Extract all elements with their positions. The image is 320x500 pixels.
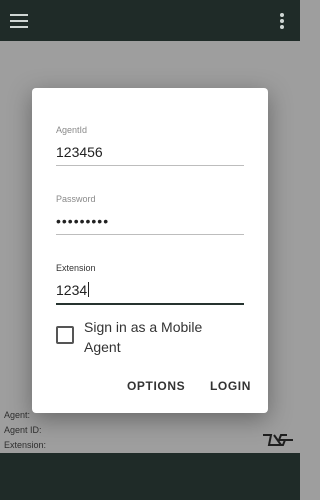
mobile-agent-label[interactable]: Sign in as a Mobile Agent (84, 317, 234, 357)
more-vert-icon[interactable] (279, 13, 285, 31)
extension-input[interactable]: 1234 (56, 281, 244, 305)
agent-id-input[interactable]: 123456 (56, 143, 244, 166)
agent-id-field[interactable]: AgentId 123456 (56, 125, 244, 166)
extension-input-text: 1234 (56, 282, 88, 298)
extension-field-label: Extension (56, 263, 96, 273)
login-dialog: AgentId 123456 Password ••••••••• Extens… (32, 88, 268, 413)
password-field-label: Password (56, 194, 96, 204)
agent-id-field-label: AgentId (56, 125, 88, 135)
login-button[interactable]: LOGIN (210, 379, 251, 393)
top-app-bar (0, 0, 300, 41)
password-input[interactable]: ••••••••• (56, 212, 244, 235)
text-caret (88, 282, 90, 297)
agent-status-info: Agent: Agent ID: Extension: (4, 408, 46, 453)
brand-logo-icon (263, 434, 293, 446)
hamburger-menu-icon[interactable] (10, 14, 28, 28)
extension-field[interactable]: Extension 1234 (56, 263, 244, 305)
agent-id-label: Agent ID: (4, 425, 42, 435)
mobile-agent-checkbox[interactable] (56, 326, 74, 344)
options-button[interactable]: OPTIONS (127, 379, 185, 393)
extension-label: Extension: (4, 440, 47, 450)
password-field[interactable]: Password ••••••••• (56, 194, 244, 235)
bottom-bar (0, 453, 300, 500)
